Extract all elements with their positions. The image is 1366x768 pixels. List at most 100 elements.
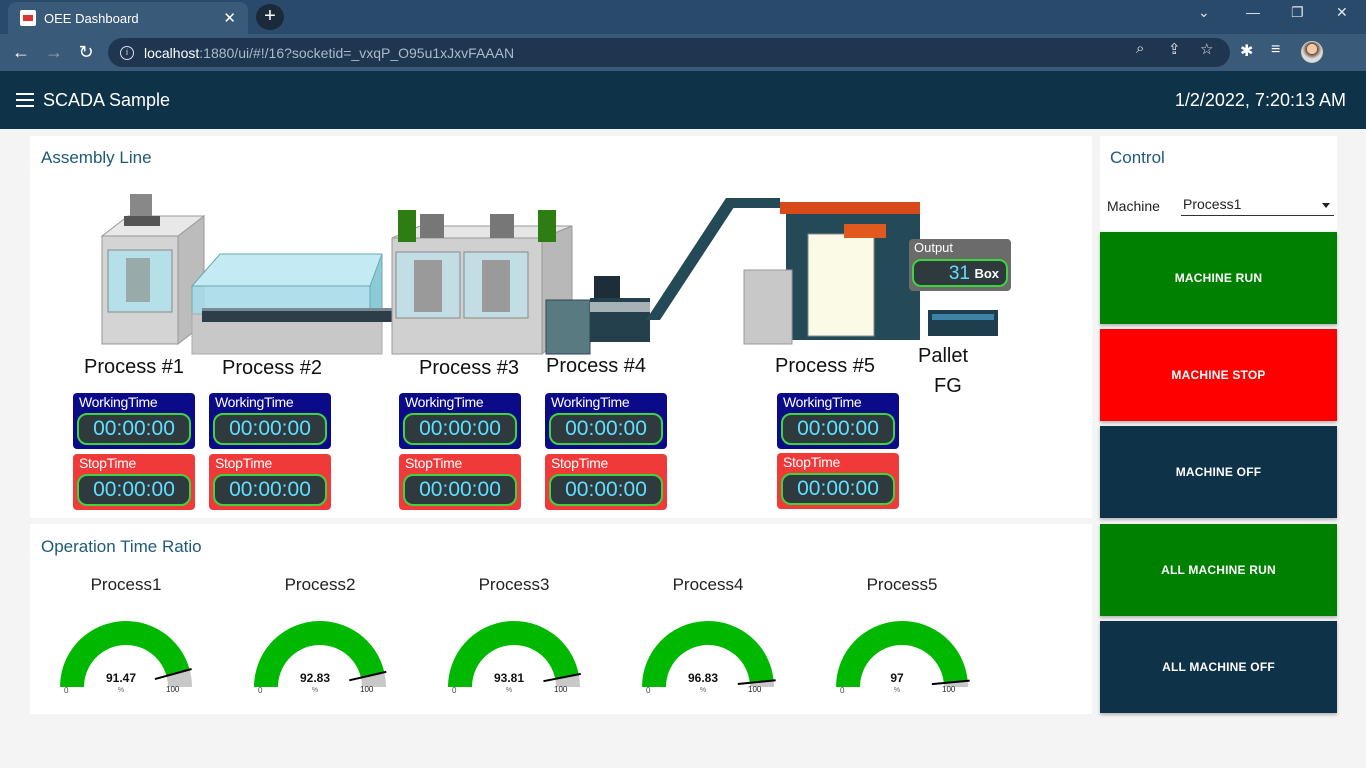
process-4-stop-timer: StopTime 00:00:00 bbox=[545, 454, 667, 510]
pallet-label: Pallet bbox=[918, 345, 969, 367]
working-time-label: WorkingTime bbox=[215, 394, 294, 410]
process-4-working-timer: WorkingTime 00:00:00 bbox=[545, 393, 667, 449]
stop-time-label: StopTime bbox=[215, 455, 272, 471]
machine-off-button[interactable]: MACHINE OFF bbox=[1100, 426, 1337, 518]
output-value: 31 bbox=[948, 263, 970, 284]
gauge-min: 0 bbox=[452, 686, 457, 695]
browser-tab[interactable]: OEE Dashboard ✕ bbox=[8, 2, 248, 34]
stop-time-value: 00:00:00 bbox=[77, 474, 191, 506]
gauge-min: 0 bbox=[840, 686, 845, 695]
process-1-stop-timer: StopTime 00:00:00 bbox=[73, 454, 195, 510]
gauge-value: 92.83 bbox=[299, 671, 331, 685]
stop-time-label: StopTime bbox=[405, 455, 462, 471]
dropdown-arrow-icon bbox=[1322, 203, 1330, 208]
output-unit: Box bbox=[974, 266, 999, 281]
working-time-label: WorkingTime bbox=[405, 394, 484, 410]
machine-stop-button[interactable]: MACHINE STOP bbox=[1100, 329, 1337, 421]
gauge-unit: % bbox=[893, 687, 901, 694]
process-2-stop-timer: StopTime 00:00:00 bbox=[209, 454, 331, 510]
share-icon[interactable]: ⇪ bbox=[1168, 40, 1181, 58]
zoom-icon[interactable]: ⌕ bbox=[1136, 40, 1144, 57]
url-input[interactable]: i localhost:1880/ui/#!/16?socketid=_vxqP… bbox=[108, 38, 1230, 67]
gauge-process5: Process5 97 % 0 100 bbox=[812, 575, 992, 705]
site-info-icon[interactable]: i bbox=[120, 45, 134, 60]
working-time-value: 00:00:00 bbox=[781, 413, 895, 445]
node-red-favicon-icon bbox=[20, 10, 36, 26]
minimize-icon[interactable]: — bbox=[1246, 4, 1260, 20]
working-time-value: 00:00:00 bbox=[77, 413, 191, 445]
new-tab-button[interactable]: + bbox=[256, 4, 284, 30]
process-2-label: Process #2 bbox=[222, 357, 323, 379]
stop-time-label: StopTime bbox=[79, 455, 136, 471]
output-label: Output bbox=[914, 240, 954, 255]
gauge-value: 97 bbox=[890, 671, 904, 685]
gauge-min: 0 bbox=[646, 686, 651, 695]
browser-tabbar: OEE Dashboard ✕ + ⌄ — ❐ ✕ bbox=[0, 0, 1366, 34]
stop-time-label: StopTime bbox=[551, 455, 608, 471]
address-bar-row: ← → ↻ i localhost:1880/ui/#!/16?socketid… bbox=[0, 34, 1366, 71]
process-3-stop-timer: StopTime 00:00:00 bbox=[399, 454, 521, 510]
tab-title: OEE Dashboard bbox=[44, 10, 139, 26]
forward-icon[interactable]: → bbox=[43, 41, 65, 63]
gauge-unit: % bbox=[699, 687, 707, 694]
gauge-max: 100 bbox=[942, 685, 956, 694]
machine-select[interactable]: Process1 bbox=[1181, 196, 1334, 216]
process-1-working-timer: WorkingTime 00:00:00 bbox=[73, 393, 195, 449]
app-header: SCADA Sample 1/2/2022, 7:20:13 AM bbox=[0, 71, 1366, 129]
close-tab-icon[interactable]: ✕ bbox=[223, 9, 236, 27]
clock: 1/2/2022, 7:20:13 AM bbox=[1174, 90, 1346, 110]
stop-time-value: 00:00:00 bbox=[403, 474, 517, 506]
tab-search-icon[interactable]: ⌄ bbox=[1198, 4, 1210, 21]
fg-label: FG bbox=[934, 375, 962, 397]
gauge-title: Process4 bbox=[672, 575, 744, 594]
bookmark-star-icon[interactable]: ☆ bbox=[1200, 40, 1213, 58]
profile-avatar[interactable] bbox=[1301, 41, 1323, 63]
app-title: SCADA Sample bbox=[43, 90, 171, 110]
gauge-process3: Process3 93.81 % 0 100 bbox=[424, 575, 604, 705]
control-title: Control bbox=[1110, 148, 1165, 167]
menu-icon[interactable] bbox=[16, 93, 34, 107]
working-time-label: WorkingTime bbox=[79, 394, 158, 410]
output-counter: Output 31 Box bbox=[909, 239, 1011, 291]
process-2-working-timer: WorkingTime 00:00:00 bbox=[209, 393, 331, 449]
gauge-max: 100 bbox=[554, 685, 568, 694]
gauge-title: Process5 bbox=[866, 575, 938, 594]
process-5-working-timer: WorkingTime 00:00:00 bbox=[777, 393, 899, 449]
process-5-label: Process #5 bbox=[775, 355, 876, 377]
gauge-max: 100 bbox=[360, 685, 374, 694]
process-3-working-timer: WorkingTime 00:00:00 bbox=[399, 393, 521, 449]
extensions-icon[interactable]: ✱ bbox=[1240, 41, 1253, 61]
media-control-icon[interactable]: ≡ bbox=[1271, 41, 1280, 59]
gauge-max: 100 bbox=[748, 685, 762, 694]
machine-run-button[interactable]: MACHINE RUN bbox=[1100, 232, 1337, 324]
gauge-value: 91.47 bbox=[105, 671, 137, 685]
process-4-label: Process #4 bbox=[546, 355, 647, 377]
working-time-label: WorkingTime bbox=[783, 394, 862, 410]
gauge-min: 0 bbox=[64, 686, 69, 695]
stop-time-value: 00:00:00 bbox=[781, 473, 895, 505]
stop-time-label: StopTime bbox=[783, 454, 840, 470]
gauge-min: 0 bbox=[258, 686, 263, 695]
gauge-process2: Process2 92.83 % 0 100 bbox=[230, 575, 410, 705]
gauge-unit: % bbox=[505, 687, 513, 694]
restore-icon[interactable]: ❐ bbox=[1291, 4, 1304, 21]
all-machine-off-button[interactable]: ALL MACHINE OFF bbox=[1100, 621, 1337, 713]
gauge-value: 96.83 bbox=[687, 671, 719, 685]
gauge-unit: % bbox=[117, 687, 125, 694]
working-time-label: WorkingTime bbox=[551, 394, 630, 410]
working-time-value: 00:00:00 bbox=[403, 413, 517, 445]
assembly-line-illustration bbox=[100, 194, 998, 356]
reload-icon[interactable]: ↻ bbox=[75, 41, 97, 63]
url-host: localhost bbox=[144, 44, 200, 61]
gauge-title: Process3 bbox=[478, 575, 550, 594]
working-time-value: 00:00:00 bbox=[549, 413, 663, 445]
back-icon[interactable]: ← bbox=[10, 41, 32, 63]
process-3-label: Process #3 bbox=[419, 357, 520, 379]
machine-selected-value: Process1 bbox=[1183, 196, 1242, 212]
gauge-process4: Process4 96.83 % 0 100 bbox=[618, 575, 798, 705]
gauge-title: Process1 bbox=[90, 575, 162, 594]
url-path: :1880/ui/#!/16?socketid=_vxqP_O95u1xJxvF… bbox=[199, 44, 515, 61]
close-window-icon[interactable]: ✕ bbox=[1336, 4, 1348, 21]
assembly-line-title: Assembly Line bbox=[41, 148, 152, 167]
all-machine-run-button[interactable]: ALL MACHINE RUN bbox=[1100, 524, 1337, 616]
